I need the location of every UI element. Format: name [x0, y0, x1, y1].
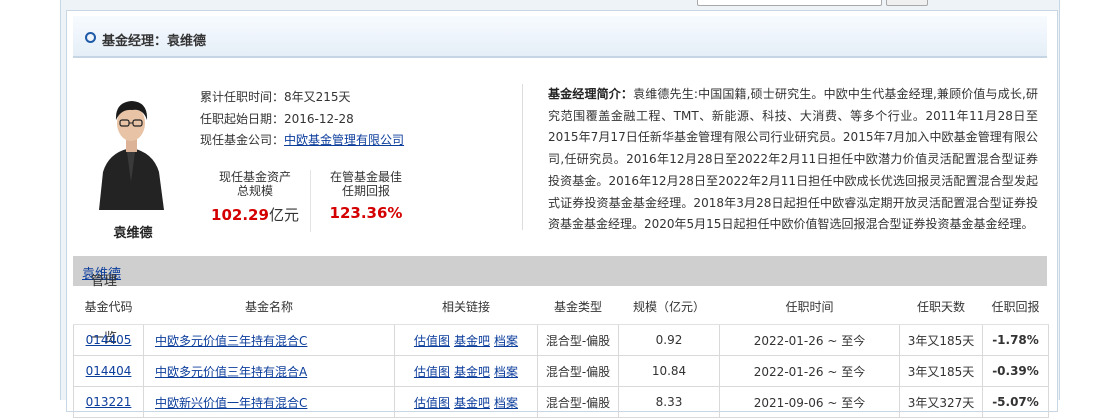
- start-label: 任职起始日期：: [200, 112, 285, 126]
- fund-type: 混合型-偏股: [537, 324, 619, 356]
- fund-profile-link[interactable]: 档案: [494, 334, 518, 348]
- col-links: 相关链接: [394, 289, 538, 325]
- fund-type: 混合型-偏股: [537, 386, 619, 418]
- asset-amount: 102.29: [211, 206, 269, 224]
- company-label: 现任基金公司：: [200, 133, 285, 147]
- fund-forum-link[interactable]: 基金吧: [454, 365, 490, 379]
- start-date-line: 任职起始日期：2016-12-28: [200, 110, 354, 127]
- table-row: 013221 中欧新兴价值一年持有混合C 估值图 基金吧 档案 混合型-偏股 8.3…: [73, 386, 1049, 418]
- tenure-period: 2022-01-26 ~ 至今: [719, 355, 900, 387]
- col-return: 任职回报: [982, 289, 1049, 325]
- panel-title: 基金经理：袁维德: [102, 34, 207, 49]
- col-scale: 规模（亿元）: [618, 289, 720, 325]
- fund-name-link[interactable]: 中欧新兴价值一年持有混合C: [155, 396, 307, 410]
- fund-name-link[interactable]: 中欧多元价值三年持有混合C: [155, 334, 307, 348]
- fund-type: 混合型-偏股: [537, 355, 619, 387]
- manager-photo: [93, 90, 170, 210]
- fund-code-link[interactable]: 014404: [86, 364, 132, 378]
- valuation-chart-link[interactable]: 估值图: [414, 365, 450, 379]
- valuation-chart-link[interactable]: 估值图: [414, 334, 450, 348]
- tenure-line: 累计任职时间：8年又215天: [200, 88, 351, 105]
- tenure-days: 3年又185天: [899, 355, 983, 387]
- col-name: 基金名称: [143, 289, 395, 325]
- fund-code-link[interactable]: 014405: [86, 333, 132, 347]
- asset-label: 现任基金资产 总规模: [205, 170, 305, 198]
- bio-label: 基金经理简介：: [548, 87, 634, 101]
- fund-forum-link[interactable]: 基金吧: [454, 396, 490, 410]
- best-return-value: 123.36%: [329, 204, 403, 222]
- tenure-period: 2022-01-26 ~ 至今: [719, 324, 900, 356]
- section-divider: [522, 84, 523, 230]
- panel-header: 基金经理：袁维德: [73, 16, 1047, 58]
- company-line: 现任基金公司：中欧基金管理有限公司: [200, 131, 404, 148]
- table-header-row: 基金代码 基金名称 相关链接 基金类型 规模（亿元） 任职时间 任职天数 任职回…: [73, 289, 1049, 325]
- best-label-line2: 任期回报: [341, 184, 390, 198]
- fund-name-link[interactable]: 中欧多元价值三年持有混合A: [155, 365, 307, 379]
- tenure-return: -5.07%: [982, 386, 1049, 418]
- fund-profile-link[interactable]: 档案: [494, 396, 518, 410]
- asset-value: 102.29亿元: [200, 204, 310, 225]
- start-value: 2016-12-28: [284, 112, 354, 126]
- tenure-label: 累计任职时间：: [200, 90, 285, 104]
- tenure-days: 3年又327天: [899, 386, 983, 418]
- fund-code-link[interactable]: 013221: [86, 395, 132, 409]
- circle-bullet-icon: [85, 32, 96, 43]
- col-code: 基金代码: [73, 289, 144, 325]
- search-button[interactable]: [886, 0, 928, 6]
- bio-text: 袁维德先生:中国国籍,硕士研究生。中欧中生代基金经理,兼顾价值与成长,研究范围覆…: [548, 87, 1038, 232]
- manager-bio: 基金经理简介：袁维德先生:中国国籍,硕士研究生。中欧中生代基金经理,兼顾价值与成…: [548, 84, 1038, 236]
- fund-profile-link[interactable]: 档案: [494, 365, 518, 379]
- col-days: 任职天数: [899, 289, 983, 325]
- asset-label-line1: 现任基金资产: [218, 170, 291, 184]
- table-row: 014404 中欧多元价值三年持有混合A 估值图 基金吧 档案 混合型-偏股 10.…: [73, 355, 1049, 387]
- tenure-return: -0.39%: [982, 355, 1049, 387]
- tenure-value: 8年又215天: [284, 90, 351, 104]
- fund-list-title: 袁维德管理过的基金一览: [82, 263, 121, 346]
- asset-label-line2: 总规模: [236, 184, 273, 198]
- col-period: 任职时间: [719, 289, 900, 325]
- fund-table: 基金代码 基金名称 相关链接 基金类型 规模（亿元） 任职时间 任职天数 任职回…: [73, 289, 1049, 418]
- fund-list-header: 袁维德管理过的基金一览: [73, 256, 1047, 346]
- asset-unit: 亿元: [268, 206, 299, 224]
- tenure-period: 2021-09-06 ~ 至今: [719, 386, 900, 418]
- col-type: 基金类型: [537, 289, 619, 325]
- manager-name: 袁维德: [113, 226, 153, 241]
- table-row: 014405 中欧多元价值三年持有混合C 估值图 基金吧 档案 混合型-偏股 0.9…: [73, 324, 1049, 356]
- tenure-days: 3年又185天: [899, 324, 983, 356]
- tenure-return: -1.78%: [982, 324, 1049, 356]
- company-link[interactable]: 中欧基金管理有限公司: [284, 133, 404, 147]
- search-input[interactable]: [697, 0, 882, 6]
- best-label-line1: 在管基金最佳: [329, 170, 402, 184]
- fund-scale: 10.84: [618, 355, 720, 387]
- valuation-chart-link[interactable]: 估值图: [414, 396, 450, 410]
- stat-divider: [310, 170, 311, 232]
- fund-scale: 0.92: [618, 324, 720, 356]
- fund-scale: 8.33: [618, 386, 720, 418]
- best-return-label: 在管基金最佳 任期回报: [316, 170, 416, 198]
- fund-forum-link[interactable]: 基金吧: [454, 334, 490, 348]
